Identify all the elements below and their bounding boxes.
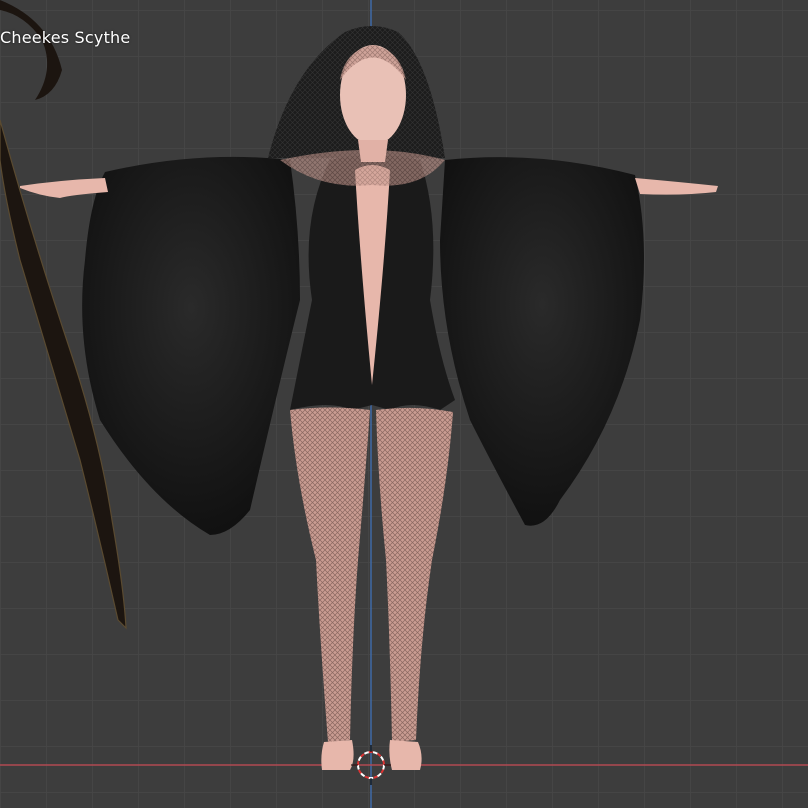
scene-objects — [0, 0, 718, 785]
3d-cursor-icon[interactable] — [351, 745, 391, 785]
right-foot — [389, 740, 422, 770]
left-hand — [20, 178, 108, 198]
right-leg — [376, 407, 453, 742]
left-foot — [321, 740, 354, 770]
scythe-blade — [0, 0, 62, 100]
right-sleeve — [440, 157, 644, 526]
neck — [358, 140, 388, 162]
active-object-label: Cheekes Scythe — [0, 28, 131, 47]
left-leg — [290, 407, 370, 742]
right-hand — [635, 178, 718, 195]
3d-viewport[interactable]: Cheekes Scythe — [0, 0, 808, 808]
left-sleeve — [82, 156, 300, 535]
